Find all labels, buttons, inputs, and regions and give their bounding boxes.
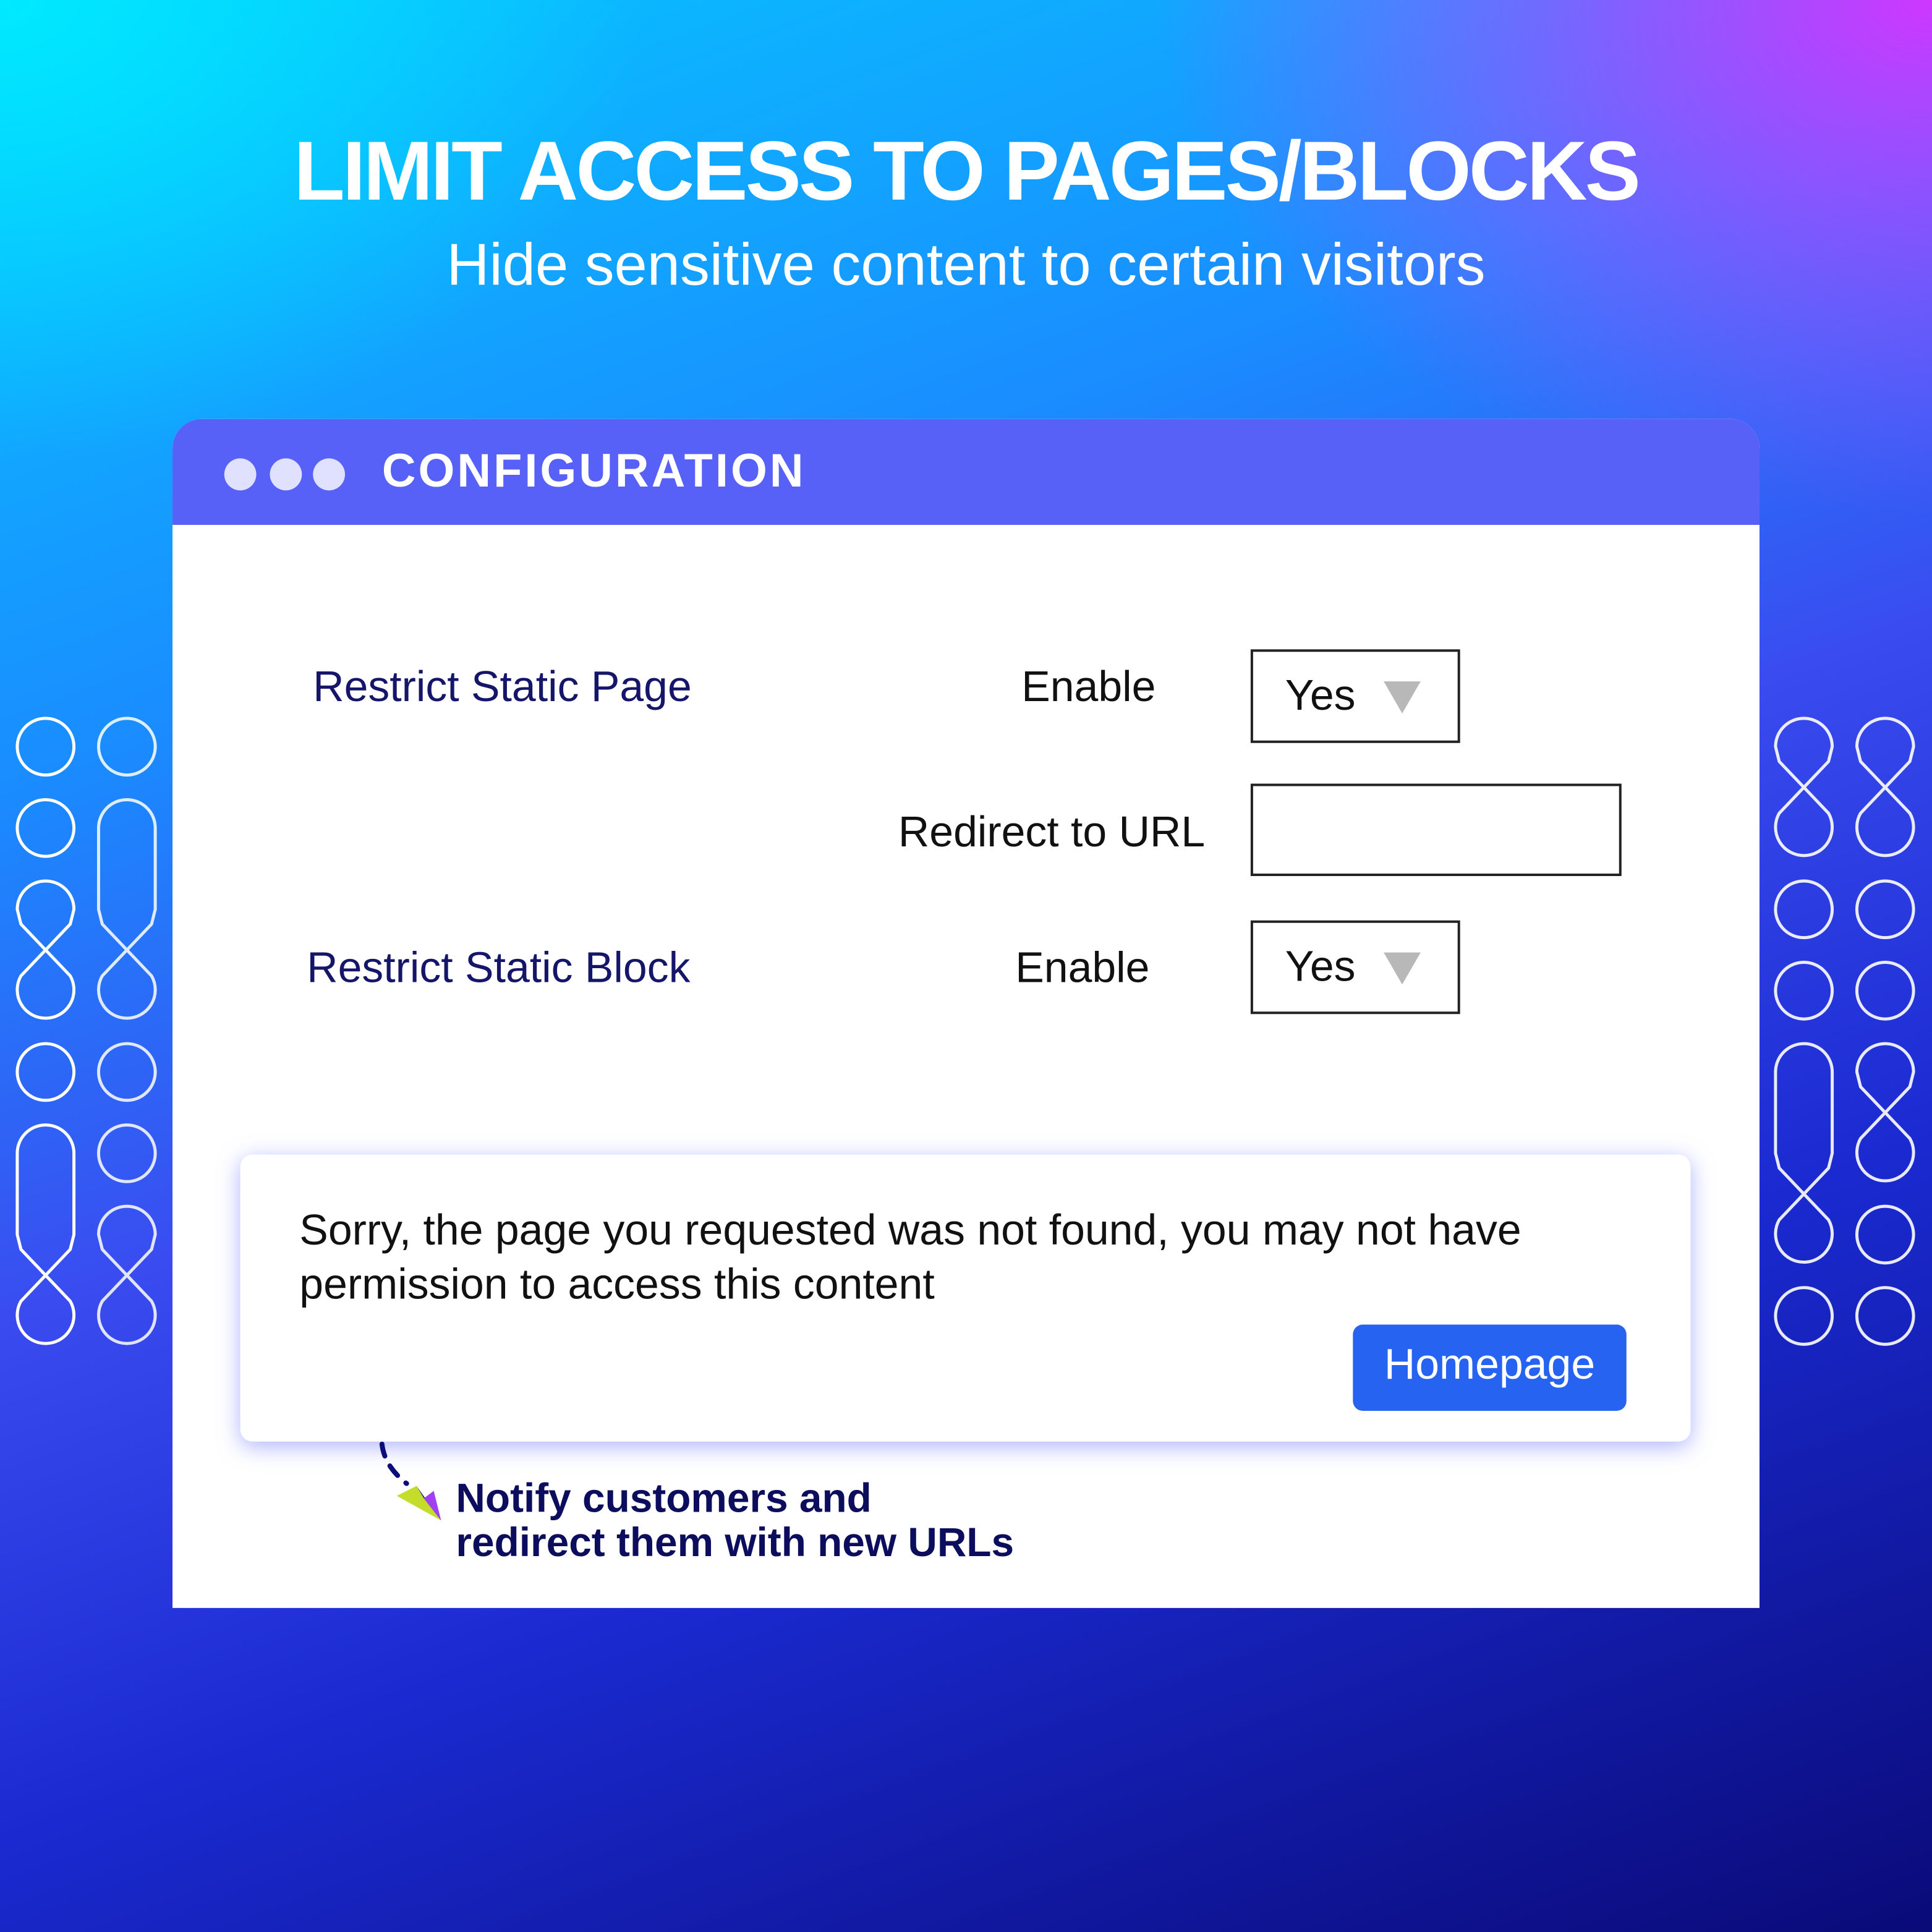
feature-note: Notify customers and redirect them with … bbox=[456, 1476, 1014, 1565]
decorative-loop-icon bbox=[15, 879, 76, 1020]
dropdown-arrow-icon bbox=[1384, 681, 1421, 713]
decorative-loop-icon bbox=[15, 1042, 76, 1102]
enable-page-select[interactable]: Yes bbox=[1250, 649, 1460, 743]
decorative-loop-icon bbox=[1855, 1204, 1915, 1265]
message-text: Sorry, the page you requested was not fo… bbox=[299, 1206, 1521, 1309]
note-line-2: redirect them with new URLs bbox=[456, 1519, 1015, 1565]
decorative-loop-icon bbox=[1855, 879, 1915, 940]
section-label-static-page: Restrict Static Page bbox=[313, 663, 692, 711]
decorative-loop-icon bbox=[1855, 1286, 1915, 1346]
access-denied-message: Sorry, the page you requested was not fo… bbox=[240, 1154, 1691, 1442]
decorative-loop-icon bbox=[1855, 961, 1915, 1021]
decorative-loop-icon bbox=[1774, 879, 1834, 940]
page-subtitle: Hide sensitive content to certain visito… bbox=[446, 232, 1486, 299]
decorative-loop-icon bbox=[15, 1123, 76, 1345]
window-dot-icon[interactable] bbox=[224, 458, 257, 491]
arrow-pointer-icon bbox=[379, 1441, 441, 1521]
decorative-loop-icon bbox=[96, 1042, 157, 1102]
window-dot-icon[interactable] bbox=[313, 458, 346, 491]
decorative-loop-icon bbox=[1774, 717, 1834, 857]
decorative-loop-icon bbox=[1855, 717, 1915, 857]
window-titlebar: CONFIGURATION bbox=[172, 419, 1760, 526]
select-value: Yes bbox=[1285, 671, 1356, 720]
window-dot-icon[interactable] bbox=[270, 458, 302, 491]
decorative-loop-icon bbox=[15, 717, 76, 777]
field-label-enable-block: Enable bbox=[1015, 943, 1150, 992]
redirect-url-input[interactable] bbox=[1250, 783, 1622, 877]
decorative-loop-icon bbox=[96, 717, 157, 777]
dropdown-arrow-icon bbox=[1384, 952, 1421, 985]
decorative-loop-icon bbox=[15, 798, 76, 858]
homepage-button[interactable]: Homepage bbox=[1353, 1324, 1627, 1411]
decorative-loop-icon bbox=[1774, 1042, 1834, 1264]
decorative-loop-icon bbox=[1774, 961, 1834, 1021]
section-label-static-block: Restrict Static Block bbox=[307, 943, 691, 992]
page-title: LIMIT ACCESS TO PAGES/BLOCKS bbox=[294, 124, 1641, 218]
enable-block-select[interactable]: Yes bbox=[1250, 920, 1460, 1015]
note-line-1: Notify customers and bbox=[456, 1475, 872, 1521]
decorative-loop-icon bbox=[1774, 1286, 1834, 1346]
window-title: CONFIGURATION bbox=[381, 446, 806, 498]
decorative-loop-icon bbox=[96, 1123, 157, 1183]
promo-canvas: LIMIT ACCESS TO PAGES/BLOCKS Hide sensit… bbox=[0, 0, 1932, 1932]
decorative-loop-icon bbox=[1855, 1042, 1915, 1183]
field-label-enable-page: Enable bbox=[1021, 663, 1156, 711]
select-value: Yes bbox=[1285, 942, 1356, 991]
field-label-redirect-url: Redirect to URL bbox=[898, 808, 1206, 857]
decorative-loop-icon bbox=[96, 1204, 157, 1345]
configuration-window: CONFIGURATION Restrict Static Page Enabl… bbox=[172, 419, 1760, 1608]
decorative-loop-icon bbox=[96, 798, 157, 1020]
